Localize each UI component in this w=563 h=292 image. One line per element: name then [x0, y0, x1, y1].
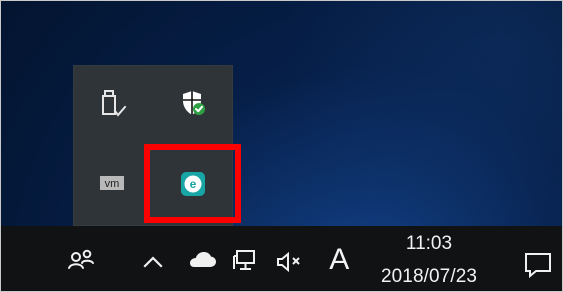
onedrive-cloud-icon	[190, 252, 216, 267]
clock-date: 2018/07/23	[380, 266, 478, 287]
people-icon	[68, 249, 94, 269]
clock-time: 11:03	[405, 233, 453, 254]
chevron-up-icon	[143, 256, 163, 268]
volume-button[interactable]	[272, 247, 306, 277]
windows-security-icon	[183, 91, 205, 115]
ime-mode-indicator[interactable]: A	[327, 244, 351, 276]
vmware-icon: vm	[100, 176, 124, 190]
show-hidden-icons-button[interactable]	[139, 250, 167, 274]
onedrive-button[interactable]	[185, 249, 219, 273]
usb-safely-remove-icon	[102, 90, 127, 117]
volume-muted-icon	[277, 251, 300, 273]
vmware-button[interactable]: vm	[73, 145, 153, 223]
notification-center-icon	[525, 253, 551, 279]
eset-highlight-box	[144, 144, 241, 223]
taskbar: A 11:03 2018/07/23	[1, 226, 562, 291]
vmware-icon-label: vm	[105, 178, 120, 190]
people-button[interactable]	[63, 246, 101, 276]
clock-button[interactable]: 11:03 2018/07/23	[361, 233, 497, 288]
screenshot-frame: vm e A 11:03 2018/07/23	[0, 0, 563, 292]
network-button[interactable]	[229, 246, 263, 276]
windows-security-button[interactable]	[153, 65, 233, 143]
network-icon	[233, 250, 255, 270]
notification-center-button[interactable]	[519, 249, 557, 281]
usb-safely-remove-button[interactable]	[73, 65, 153, 143]
